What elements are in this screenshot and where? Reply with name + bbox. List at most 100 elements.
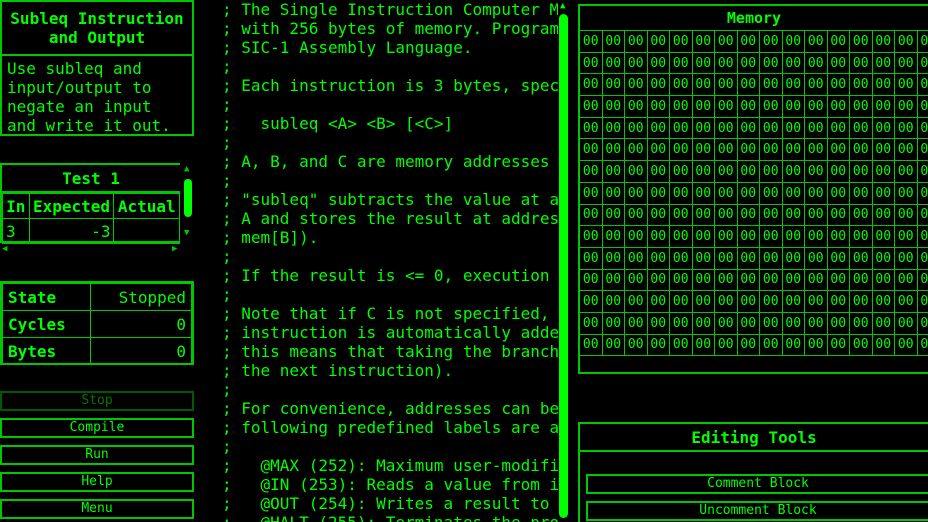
memory-cell: 00 — [895, 74, 918, 97]
memory-cell: 00 — [917, 53, 928, 75]
memory-cell: 00 — [625, 74, 648, 97]
run-button[interactable]: Run — [0, 445, 194, 465]
memory-cell: 00 — [760, 269, 783, 292]
comment-block-button[interactable]: Comment Block — [586, 474, 928, 494]
memory-cell: 00 — [895, 247, 918, 270]
scroll-right-icon[interactable]: ▶ — [172, 245, 177, 254]
memory-cell: 00 — [647, 334, 670, 357]
memory-cell: 00 — [602, 312, 625, 335]
scroll-left-icon[interactable]: ◀ — [2, 245, 7, 254]
memory-cell: 00 — [647, 31, 670, 53]
code-line: ; SIC-1 Assembly Language. — [222, 38, 473, 57]
test-actual-value — [113, 218, 180, 244]
code-line: ; A and stores the result at address — [222, 209, 558, 228]
memory-cell: 00 — [917, 205, 928, 227]
memory-cell: 00 — [737, 31, 760, 53]
memory-cell: 00 — [872, 161, 895, 183]
memory-cell: 00 — [737, 204, 760, 227]
test-scroll-thumb[interactable] — [184, 179, 192, 217]
code-scrollbar[interactable]: ▲ ▼ — [558, 0, 570, 522]
memory-cell: 00 — [827, 96, 850, 118]
memory-cell: 00 — [805, 269, 828, 292]
memory-cell: 00 — [625, 226, 648, 248]
code-line: ; — [222, 171, 232, 190]
memory-cell: 00 — [917, 183, 928, 205]
memory-cell: 00 — [782, 74, 805, 97]
memory-cell: 00 — [580, 334, 603, 357]
memory-cell: 00 — [580, 182, 603, 205]
memory-cell: 00 — [827, 74, 850, 97]
memory-cell: 00 — [625, 161, 648, 183]
code-line: ; @OUT (254): Writes a result to o — [222, 494, 558, 513]
memory-cell: 00 — [872, 291, 895, 313]
code-line: ; — [222, 380, 232, 399]
memory-cell: 00 — [850, 96, 873, 118]
memory-cell: 00 — [692, 226, 715, 248]
memory-cell: 00 — [737, 269, 760, 292]
code-line: ; — [222, 57, 232, 76]
compile-button[interactable]: Compile — [0, 418, 194, 438]
memory-cell: 00 — [647, 182, 670, 205]
memory-cell: 00 — [917, 74, 928, 97]
memory-cell: 00 — [580, 52, 603, 75]
memory-cell: 00 — [580, 204, 603, 227]
memory-cell: 00 — [827, 31, 850, 53]
memory-cell: 00 — [872, 312, 895, 335]
memory-cell: 00 — [805, 139, 828, 162]
memory-cell: 00 — [715, 334, 738, 357]
test-expected-value: -3 — [28, 218, 115, 244]
test-scrollbar[interactable]: ▲ ▼ — [180, 163, 194, 243]
memory-cell: 00 — [872, 247, 895, 270]
memory-cell: 00 — [602, 52, 625, 75]
memory-cell: 00 — [872, 74, 895, 97]
memory-cell: 00 — [737, 161, 760, 183]
memory-cell: 00 — [580, 74, 603, 97]
memory-cell: 00 — [647, 52, 670, 75]
memory-cell: 00 — [647, 312, 670, 335]
test-in-value: 3 — [2, 218, 30, 244]
memory-cell: 00 — [805, 334, 828, 357]
code-scroll-thumb[interactable] — [559, 14, 568, 518]
memory-cell: 00 — [647, 117, 670, 140]
scroll-up-icon[interactable]: ▲ — [184, 165, 189, 174]
memory-cell: 00 — [917, 139, 928, 162]
memory-cell: 00 — [827, 117, 850, 140]
help-button[interactable]: Help — [0, 472, 194, 492]
memory-cell: 00 — [895, 334, 918, 357]
memory-cell: 00 — [760, 312, 783, 335]
cycles-label: Cycles — [1, 310, 92, 338]
memory-cell: 00 — [737, 291, 760, 313]
memory-cell: 00 — [692, 31, 715, 53]
memory-cell: 00 — [602, 269, 625, 292]
memory-cell: 00 — [580, 117, 603, 140]
test-table: In Expected Actual 3 -3 — [2, 193, 180, 244]
memory-cell: 00 — [625, 269, 648, 292]
code-scroll-down-icon[interactable]: ▼ — [560, 511, 565, 520]
uncomment-block-button[interactable]: Uncomment Block — [586, 501, 928, 521]
memory-cell: 00 — [625, 334, 648, 357]
code-scroll-up-icon[interactable]: ▲ — [560, 2, 565, 11]
memory-cell: 00 — [737, 312, 760, 335]
memory-cell: 00 — [760, 291, 783, 313]
memory-cell: 00 — [602, 291, 625, 313]
memory-cell: 00 — [782, 161, 805, 183]
code-line: ; @IN (253): Reads a value from in — [222, 475, 558, 494]
memory-cell: 00 — [670, 52, 693, 75]
editing-tools-title: Editing Tools — [580, 424, 928, 452]
memory-cell: 00 — [805, 204, 828, 227]
memory-cell: 00 — [850, 31, 873, 53]
memory-cell: 00 — [625, 139, 648, 162]
memory-cell: 00 — [737, 226, 760, 248]
memory-cell: 00 — [670, 226, 693, 248]
memory-cell: 00 — [805, 182, 828, 205]
menu-button[interactable]: Menu — [0, 499, 194, 519]
memory-cell: 00 — [715, 96, 738, 118]
memory-cell: 00 — [895, 312, 918, 335]
scroll-down-icon[interactable]: ▼ — [184, 229, 189, 238]
test-header-in: In — [2, 193, 30, 219]
memory-cell: 00 — [625, 52, 648, 75]
memory-cell: 00 — [782, 182, 805, 205]
memory-grid: 00 00 00 00 00 00 00 00 00 00 00 00 00 00 00 0 00 00 00 00 0… — [580, 31, 928, 357]
code-line: ; — [222, 95, 232, 114]
code-editor[interactable]: ; The Single Instruction Computer Ma; wi… — [222, 0, 558, 522]
